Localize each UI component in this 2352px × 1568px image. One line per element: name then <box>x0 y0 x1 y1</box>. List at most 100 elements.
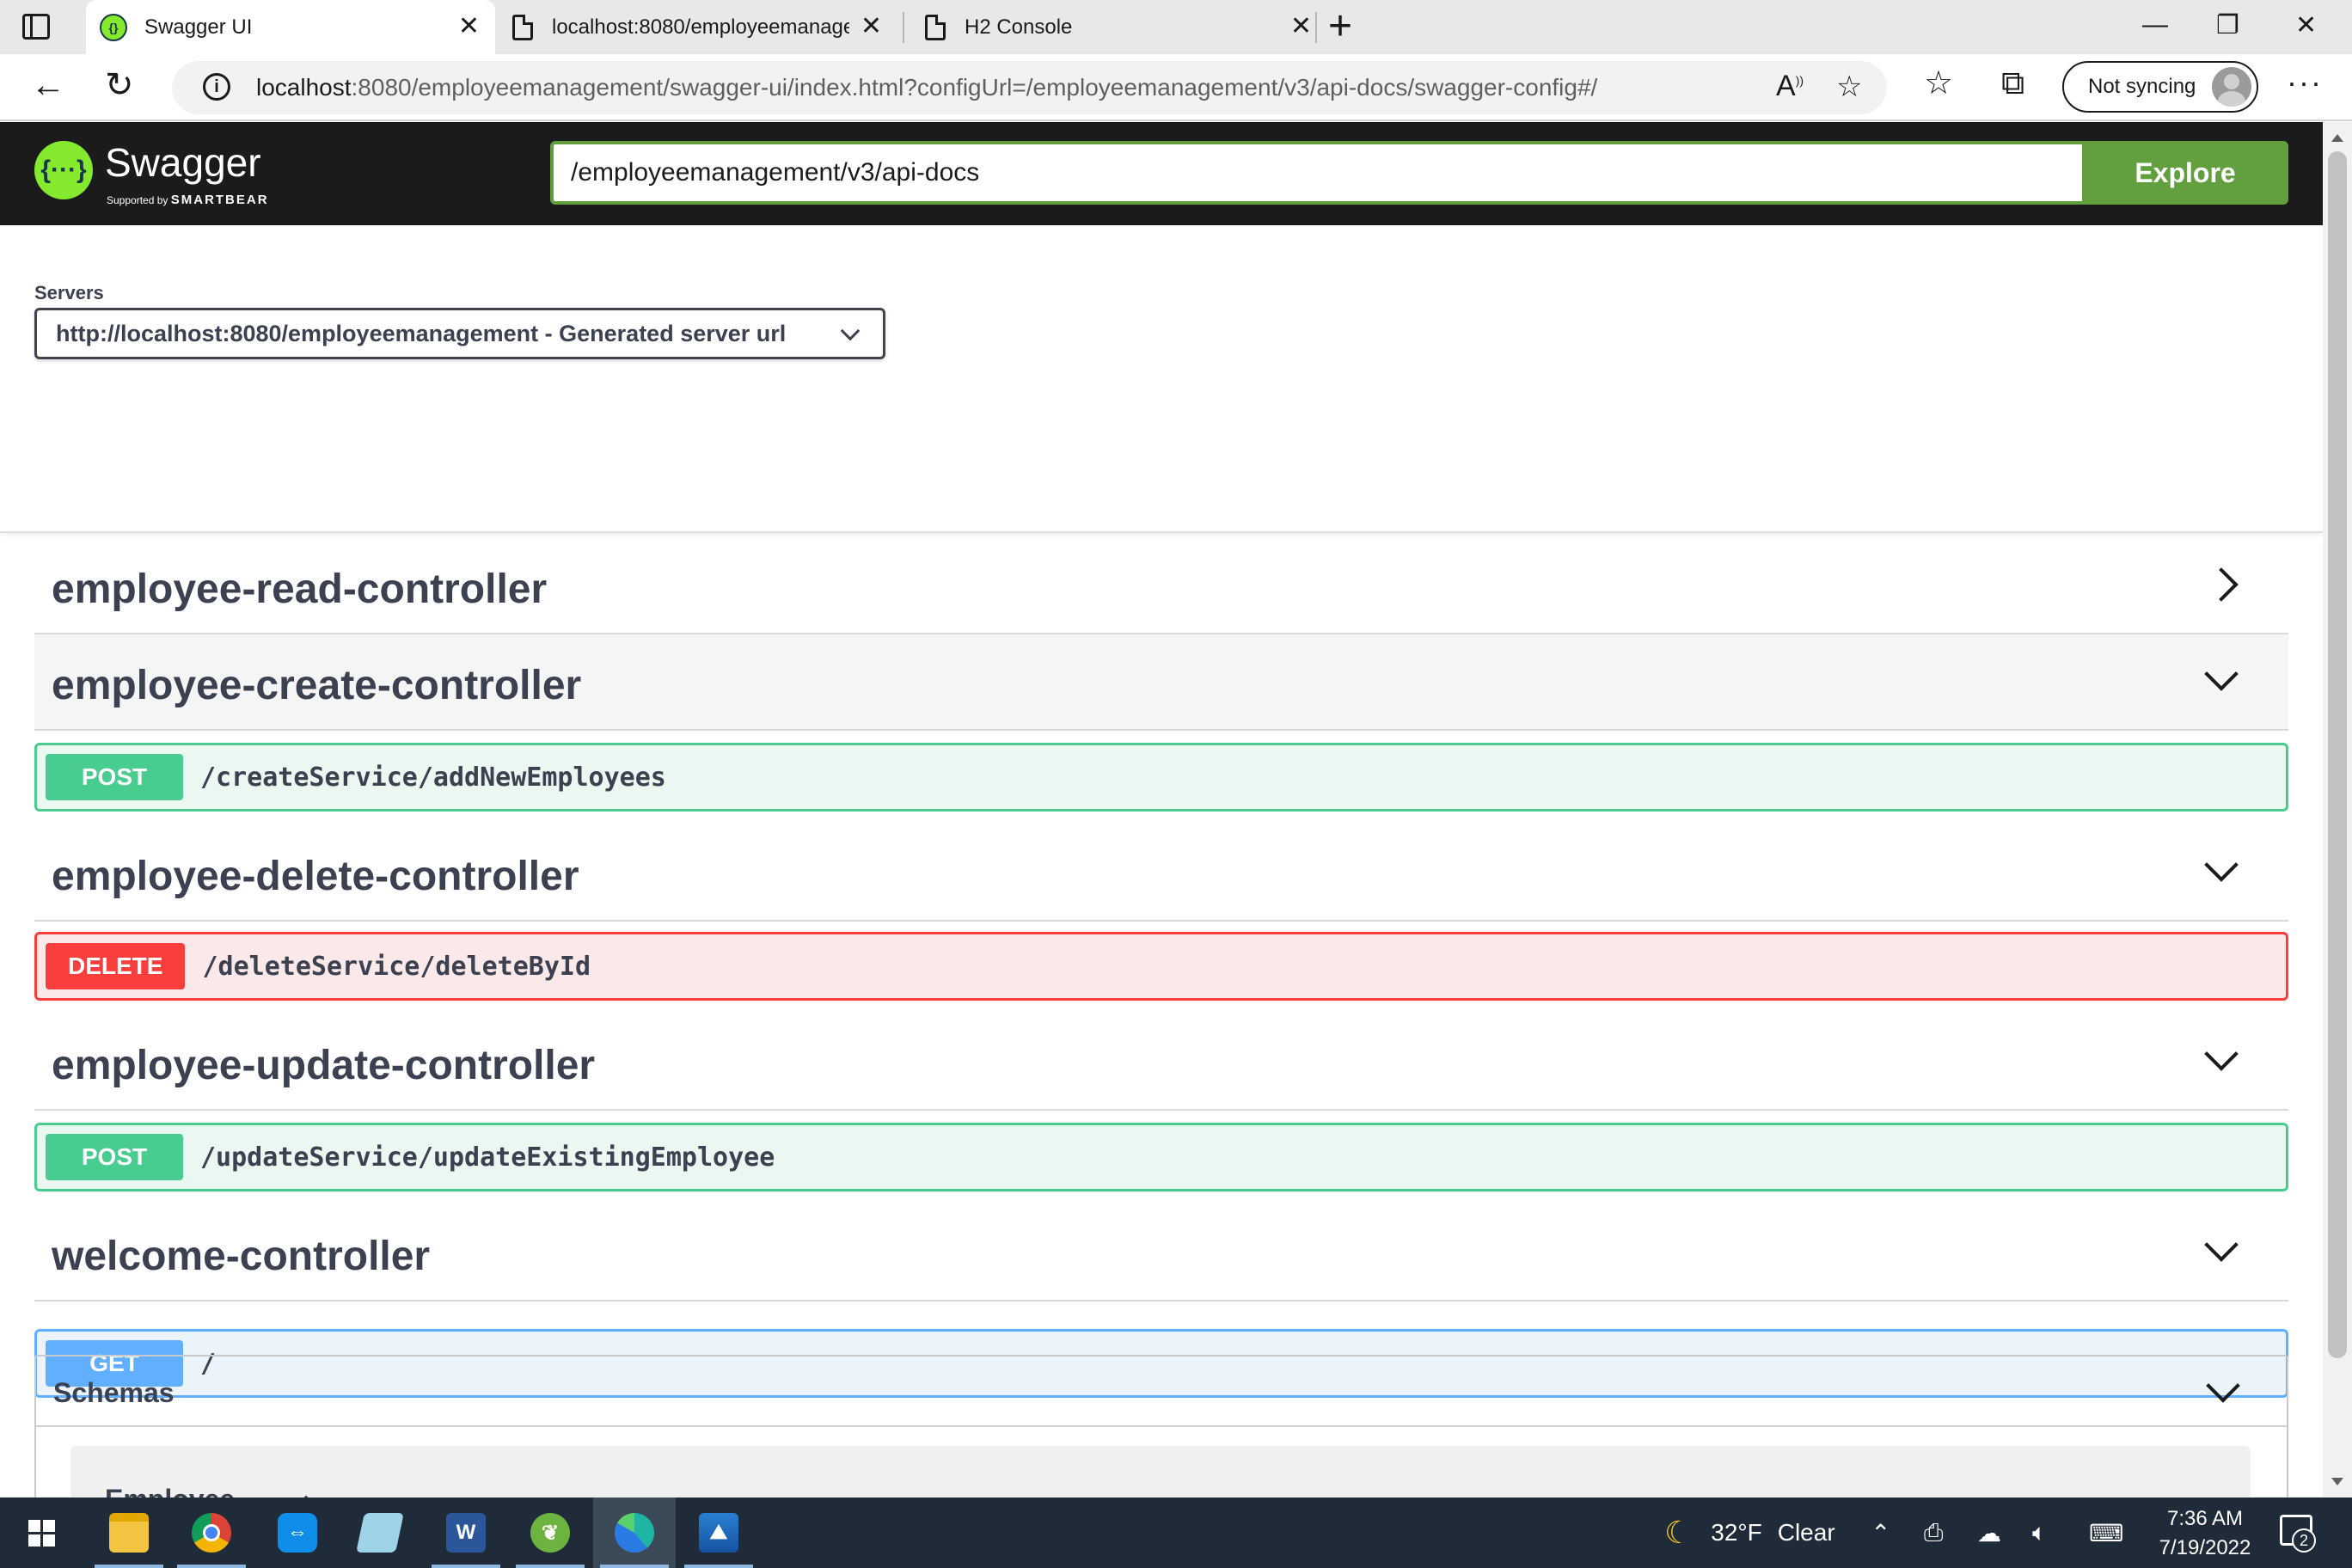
chevron-down-icon <box>2204 1228 2239 1262</box>
tab-title: Swagger UI <box>144 15 253 39</box>
add-favorite-icon[interactable]: ☆ <box>1836 70 1862 104</box>
chevron-down-icon <box>840 321 861 341</box>
word-icon[interactable]: W <box>425 1498 507 1568</box>
tab-actions-icon[interactable] <box>22 14 50 40</box>
close-tab-icon[interactable]: ✕ <box>861 14 882 40</box>
tab-separator <box>1315 12 1317 43</box>
profile-sync-button[interactable]: Not syncing <box>2062 61 2258 113</box>
restore-icon[interactable]: ❐ <box>2216 10 2239 40</box>
show-hidden-icons-icon[interactable]: ⌃ <box>1871 1498 1890 1568</box>
spring-tool-suite-icon[interactable]: ❦ <box>509 1498 591 1568</box>
tab-h2-console[interactable]: H2 Console ✕ <box>915 0 1312 54</box>
edge-logo-icon <box>615 1513 654 1553</box>
operation-path: /createService/addNewEmployees <box>200 762 666 793</box>
operation-post-update-existing-employee[interactable]: POST /updateService/updateExistingEmploy… <box>34 1123 2288 1191</box>
scroll-up-icon[interactable] <box>2331 134 2343 142</box>
notepad-icon[interactable] <box>339 1498 421 1568</box>
chevron-down-icon <box>2204 1037 2239 1071</box>
tag-name: employee-create-controller <box>52 663 582 708</box>
weather-text: Clear <box>1777 1519 1835 1546</box>
tag-header[interactable]: employee-update-controller <box>34 1014 2288 1111</box>
url-text[interactable]: localhost:8080/employeemanagement/swagge… <box>256 74 1597 101</box>
swagger-logo-subtitle: Supported by SMARTBEAR <box>107 193 269 207</box>
tag-header[interactable]: employee-delete-controller <box>34 825 2288 922</box>
minimize-icon[interactable]: — <box>2142 10 2168 40</box>
swagger-favicon-icon: {} <box>100 13 127 41</box>
browser-toolbar: ← ↻ i localhost:8080/employeemanagement/… <box>0 54 2352 121</box>
avatar <box>2212 67 2251 107</box>
operation-path: /deleteService/deleteById <box>202 951 591 982</box>
info-icon[interactable]: i <box>203 73 230 101</box>
tab-swagger-ui[interactable]: {} Swagger UI ✕ <box>86 0 495 54</box>
close-window-icon[interactable]: ✕ <box>2295 10 2317 40</box>
meet-now-icon[interactable]: ⎙ <box>1924 1498 1943 1568</box>
chevron-right-icon <box>2204 567 2239 602</box>
tag-header[interactable]: employee-create-controller <box>34 634 2288 731</box>
method-badge: POST <box>46 1134 183 1180</box>
tab-title: localhost:8080/employeemanage <box>552 15 849 39</box>
photos-icon[interactable]: ⛰ <box>677 1498 760 1568</box>
photos-logo-icon: ⛰ <box>699 1513 738 1553</box>
notification-count-badge: 2 <box>2292 1528 2316 1553</box>
swagger-logo-text[interactable]: Swagger <box>105 139 261 186</box>
chrome-icon[interactable] <box>170 1498 253 1568</box>
weather-temp: 32°F <box>1711 1519 1762 1546</box>
start-button[interactable] <box>0 1498 83 1568</box>
tab-employeemanagement[interactable]: localhost:8080/employeemanage ✕ <box>507 0 896 54</box>
teamviewer-icon[interactable]: ⇔ <box>256 1498 339 1568</box>
file-explorer-icon[interactable] <box>88 1498 170 1568</box>
edge-icon[interactable] <box>593 1498 676 1568</box>
tag-header[interactable]: employee-read-controller <box>34 538 2288 634</box>
clock[interactable]: 7:36 AM 7/19/2022 <box>2149 1504 2261 1563</box>
new-tab-button[interactable]: + <box>1328 6 1352 47</box>
favorites-icon[interactable]: ☆ <box>1924 66 1953 101</box>
read-aloud-icon[interactable]: A)) <box>1776 70 1804 103</box>
onedrive-icon[interactable]: ☁ <box>1977 1498 2001 1568</box>
schemas-header[interactable]: Schemas <box>36 1357 2287 1427</box>
chevron-down-icon <box>2204 657 2239 691</box>
refresh-icon[interactable]: ↻ <box>105 68 134 102</box>
volume-icon[interactable]: 🔈︎ <box>2032 1498 2047 1568</box>
collections-icon[interactable]: ⧉ <box>2001 66 2024 101</box>
server-selected-value: http://localhost:8080/employeemanagement… <box>56 320 787 346</box>
operation-delete-by-id[interactable]: DELETE /deleteService/deleteById <box>34 932 2288 1001</box>
url-host: localhost <box>256 74 352 101</box>
chevron-down-icon <box>2206 1369 2240 1403</box>
address-bar[interactable]: i localhost:8080/employeemanagement/swag… <box>172 61 1887 114</box>
more-options-icon[interactable]: ··· <box>2287 64 2323 101</box>
tag-name: employee-update-controller <box>52 1043 596 1088</box>
moon-icon: ☾ <box>1664 1515 1693 1550</box>
page-icon <box>512 14 533 40</box>
spec-url-input[interactable] <box>550 141 2082 205</box>
weather-widget[interactable]: ☾ 32°F Clear <box>1664 1498 1835 1568</box>
page-viewport: {···} Swagger Supported by SMARTBEAR Exp… <box>0 122 2352 1498</box>
word-logo-icon: W <box>446 1513 486 1553</box>
servers-section: Servers http://localhost:8080/employeema… <box>0 225 2323 533</box>
tag-name: employee-read-controller <box>52 567 548 612</box>
back-arrow-icon[interactable]: ← <box>31 68 65 102</box>
schema-model-employee[interactable]: Employee <box>70 1446 2251 1498</box>
clock-date: 7/19/2022 <box>2159 1536 2251 1559</box>
page-scrollbar[interactable] <box>2323 122 2352 1498</box>
swagger-logo-icon[interactable]: {···} <box>34 141 93 199</box>
tag-header[interactable]: welcome-controller <box>34 1205 2288 1302</box>
notepad-logo-icon <box>356 1513 404 1553</box>
schemas-title: Schemas <box>53 1377 175 1408</box>
operation-post-add-new-employees[interactable]: POST /createService/addNewEmployees <box>34 743 2288 812</box>
method-badge: DELETE <box>46 943 186 989</box>
explore-button[interactable]: Explore <box>2082 141 2288 205</box>
close-tab-icon[interactable]: ✕ <box>458 14 480 40</box>
browser-tab-strip: {} Swagger UI ✕ localhost:8080/employeem… <box>0 0 2352 54</box>
clock-time: 7:36 AM <box>2166 1507 2244 1530</box>
scroll-down-icon[interactable] <box>2331 1478 2343 1485</box>
swagger-topbar: {···} Swagger Supported by SMARTBEAR Exp… <box>0 122 2323 225</box>
scroll-thumb[interactable] <box>2328 151 2347 1358</box>
schema-name: Employee <box>105 1484 235 1498</box>
close-tab-icon[interactable]: ✕ <box>1290 14 1312 40</box>
method-badge: POST <box>46 754 183 800</box>
server-select[interactable]: http://localhost:8080/employeemanagement… <box>34 308 885 359</box>
schemas-section: Schemas Employee <box>34 1355 2288 1498</box>
keyboard-icon[interactable]: ⌨ <box>2089 1498 2123 1568</box>
logo-sub-prefix: Supported by <box>107 194 168 206</box>
sync-label: Not syncing <box>2088 75 2196 98</box>
